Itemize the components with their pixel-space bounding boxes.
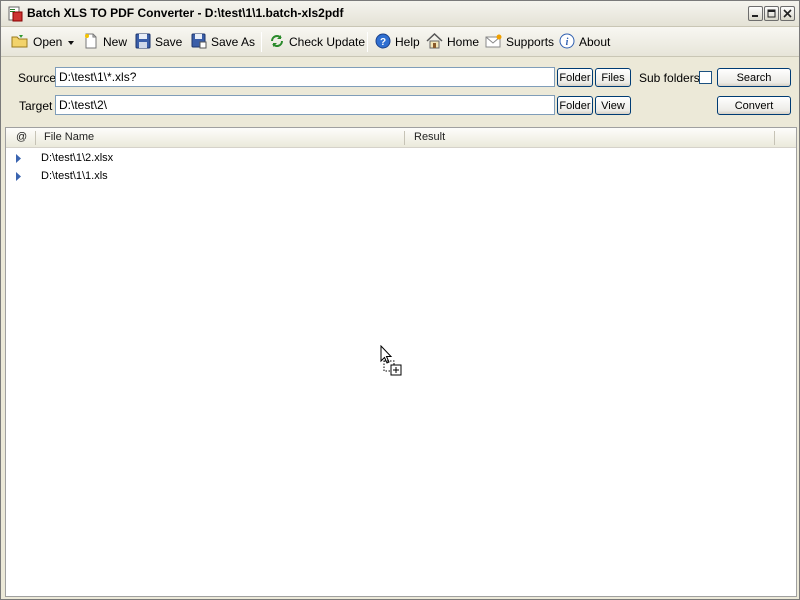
source-input[interactable]: D:\test\1\*.xls? xyxy=(55,67,555,87)
check-update-button[interactable]: Check Update xyxy=(269,31,365,53)
save-button[interactable]: Save xyxy=(135,31,182,53)
source-folder-button[interactable]: Folder xyxy=(557,68,593,87)
search-button[interactable]: Search xyxy=(717,68,791,87)
help-icon: ? xyxy=(375,33,395,52)
save-as-button[interactable]: Save As xyxy=(191,31,255,53)
svg-text:i: i xyxy=(566,37,569,48)
column-file-name[interactable]: File Name xyxy=(44,131,94,143)
drag-copy-cursor-icon xyxy=(380,344,404,380)
open-dropdown[interactable] xyxy=(67,31,79,53)
close-button[interactable] xyxy=(780,6,795,21)
window-title: Batch XLS TO PDF Converter - D:\test\1\1… xyxy=(27,6,344,20)
maximize-button[interactable] xyxy=(764,6,779,21)
column-separator[interactable] xyxy=(404,131,405,145)
app-icon xyxy=(7,6,23,22)
subfolders-label: Sub folders xyxy=(639,71,700,85)
mail-icon xyxy=(485,33,506,52)
home-button[interactable]: Home xyxy=(426,31,479,53)
open-button[interactable]: Open xyxy=(11,31,62,53)
column-result[interactable]: Result xyxy=(414,131,445,143)
refresh-icon xyxy=(269,33,289,52)
column-separator[interactable] xyxy=(774,131,775,145)
target-input[interactable]: D:\test\2\ xyxy=(55,95,555,115)
target-folder-button[interactable]: Folder xyxy=(557,96,593,115)
file-name-cell: D:\test\1\2.xlsx xyxy=(41,152,114,164)
table-row[interactable]: D:\test\1\2.xlsx xyxy=(6,150,796,168)
save-as-icon xyxy=(191,33,211,52)
file-name-cell: D:\test\1\1.xls xyxy=(41,170,108,182)
target-view-button[interactable]: View xyxy=(595,96,631,115)
toolbar-separator xyxy=(367,32,368,52)
svg-text:?: ? xyxy=(380,37,386,48)
app-window: Batch XLS TO PDF Converter - D:\test\1\1… xyxy=(0,0,800,600)
row-indicator-icon xyxy=(15,171,22,185)
open-folder-icon xyxy=(11,33,33,52)
source-files-button[interactable]: Files xyxy=(595,68,631,87)
source-label: Source xyxy=(18,71,57,85)
column-status[interactable]: @ xyxy=(16,131,27,143)
home-icon xyxy=(426,32,447,52)
convert-button[interactable]: Convert xyxy=(717,96,791,115)
toolbar-separator xyxy=(261,32,262,52)
subfolders-checkbox[interactable] xyxy=(699,71,712,84)
source-target-panel: Source D:\test\1\*.xls? Folder Files Sub… xyxy=(5,59,795,125)
table-row[interactable]: D:\test\1\1.xls xyxy=(6,168,796,186)
info-icon: i xyxy=(559,33,579,52)
floppy-disk-icon xyxy=(135,33,155,52)
toolbar: Open New Save Save As Check Update ? Hel… xyxy=(1,27,799,57)
minimize-button[interactable] xyxy=(748,6,763,21)
target-label: Target xyxy=(19,99,53,113)
column-separator[interactable] xyxy=(35,131,36,145)
row-indicator-icon xyxy=(15,153,22,167)
chevron-down-icon xyxy=(67,35,79,49)
new-file-icon xyxy=(83,33,103,52)
help-button[interactable]: ? Help xyxy=(375,31,420,53)
title-bar[interactable]: Batch XLS TO PDF Converter - D:\test\1\1… xyxy=(1,1,799,27)
list-header: @ File Name Result xyxy=(6,128,796,148)
new-button[interactable]: New xyxy=(83,31,127,53)
about-button[interactable]: i About xyxy=(559,31,610,53)
supports-button[interactable]: Supports xyxy=(485,31,554,53)
